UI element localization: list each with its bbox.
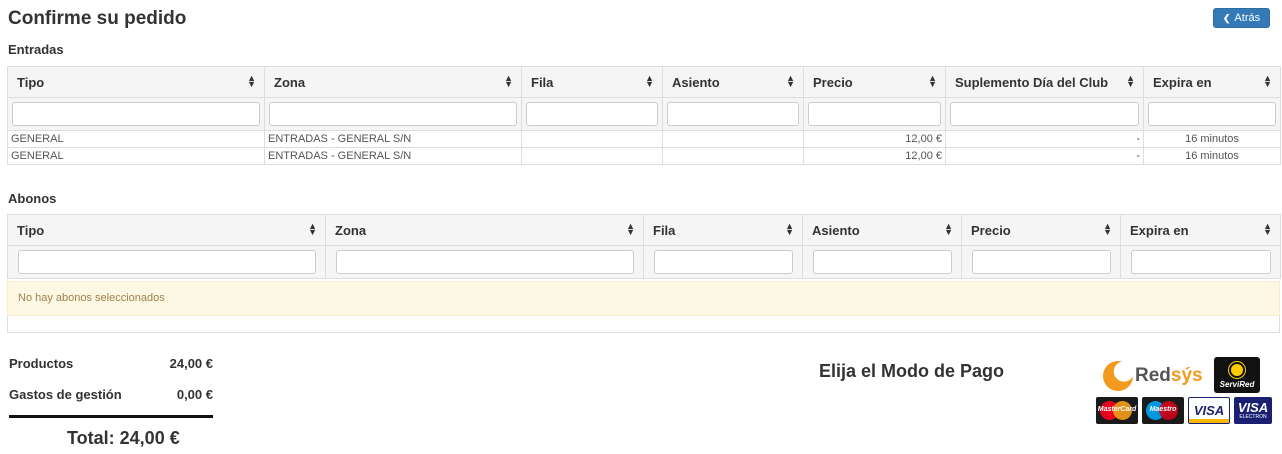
entradas-filter-row (7, 97, 1281, 131)
abonos-filter-expira-input[interactable] (1131, 250, 1271, 274)
visa-electron-logo: VISA ELECTRON (1234, 397, 1272, 424)
cell-expira: 16 minutos (1143, 147, 1281, 165)
cell-suplemento: - (945, 147, 1144, 165)
abonos-col-precio[interactable]: Precio ▲ ▼ (961, 214, 1121, 246)
entradas-table: Tipo ▲ ▼ Zona ▲ ▼ Fila ▲ ▼ Asiento ▲ ▼ Precio ▲ ▼ … (7, 66, 1281, 165)
card-logos: MasterCard Maestro VISA VISA ELECTRON (1096, 397, 1272, 424)
summary-row-gastos: Gastos de gestión 0,00 € (9, 387, 213, 418)
redsys-swirl-icon (1103, 361, 1133, 391)
order-summary: Productos 24,00 € Gastos de gestión 0,00… (9, 356, 213, 418)
sort-icon[interactable]: ▲ ▼ (1103, 222, 1112, 237)
cell-fila (521, 130, 663, 148)
cell-asiento (662, 147, 804, 165)
productos-label: Productos (9, 356, 74, 371)
filter-asiento-input[interactable] (667, 102, 799, 126)
entradas-col-asiento[interactable]: Asiento ▲ ▼ (662, 66, 804, 98)
page-title: Confirme su pedido (8, 8, 187, 29)
visa-logo: VISA (1188, 397, 1230, 424)
entradas-header-row: Tipo ▲ ▼ Zona ▲ ▼ Fila ▲ ▼ Asiento ▲ ▼ Precio ▲ ▼ … (7, 66, 1281, 98)
entradas-col-zona[interactable]: Zona ▲ ▼ (264, 66, 522, 98)
cell-tipo: GENERAL (7, 147, 265, 165)
chevron-left-icon: ❮ (1222, 12, 1231, 23)
sort-icon[interactable]: ▲ ▼ (504, 74, 513, 89)
mastercard-logo: MasterCard (1096, 397, 1138, 424)
entradas-col-expira[interactable]: Expira en ▲ ▼ (1143, 66, 1281, 98)
abonos-filter-tipo-input[interactable] (18, 250, 316, 274)
back-button-label: Atrás (1234, 12, 1261, 24)
payment-mode-title: Elija el Modo de Pago (819, 361, 1005, 381)
summary-row-productos: Productos 24,00 € (9, 356, 213, 387)
cell-precio: 12,00 € (803, 147, 946, 165)
sort-icon[interactable]: ▲ ▼ (1126, 74, 1135, 89)
abonos-filter-zona-input[interactable] (336, 250, 634, 274)
sort-icon[interactable]: ▲ ▼ (247, 74, 256, 89)
gastos-value: 0,00 € (176, 387, 213, 402)
sort-icon[interactable]: ▲ ▼ (1263, 74, 1272, 89)
cell-asiento (662, 130, 804, 148)
abonos-filter-row (7, 245, 1281, 279)
entradas-col-tipo[interactable]: Tipo ▲ ▼ (7, 66, 265, 98)
cell-fila (521, 147, 663, 165)
redsys-logo[interactable]: Redsýs (1103, 361, 1203, 391)
cell-precio: 12,00 € (803, 130, 946, 148)
abonos-filter-asiento-input[interactable] (813, 250, 952, 274)
sort-icon[interactable]: ▲ ▼ (645, 74, 654, 89)
abonos-table: Tipo ▲ ▼ Zona ▲ ▼ Fila ▲ ▼ Asiento ▲ ▼ Precio ▲ ▼ … (7, 214, 1281, 279)
filter-fila-input[interactable] (526, 102, 658, 126)
sort-icon[interactable]: ▲ ▼ (308, 222, 317, 237)
sort-icon[interactable]: ▲ ▼ (785, 222, 794, 237)
abonos-col-fila[interactable]: Fila ▲ ▼ (643, 214, 803, 246)
filter-tipo-input[interactable] (12, 102, 260, 126)
filter-suplemento-input[interactable] (950, 102, 1139, 126)
entradas-col-fila[interactable]: Fila ▲ ▼ (521, 66, 663, 98)
summary-divider (9, 415, 213, 418)
redsys-accent: sýs (1170, 365, 1203, 386)
table-row: GENERAL ENTRADAS - GENERAL S/N 12,00 € -… (7, 130, 1281, 148)
back-button[interactable]: ❮ Atrás (1213, 8, 1270, 28)
servired-logo: ServiRed (1214, 357, 1260, 393)
abonos-filter-fila-input[interactable] (654, 250, 793, 274)
globe-icon (1229, 361, 1245, 378)
order-total: Total: 24,00 € (67, 428, 180, 448)
filter-expira-input[interactable] (1148, 102, 1276, 126)
abonos-col-asiento[interactable]: Asiento ▲ ▼ (802, 214, 962, 246)
cell-zona: ENTRADAS - GENERAL S/N (264, 130, 522, 148)
entradas-col-suplemento[interactable]: Suplemento Día del Club ▲ ▼ (945, 66, 1144, 98)
sort-icon[interactable]: ▲ ▼ (786, 74, 795, 89)
entradas-section-title: Entradas (8, 42, 64, 57)
maestro-logo: Maestro (1142, 397, 1184, 424)
gastos-label: Gastos de gestión (9, 387, 122, 402)
abonos-section-title: Abonos (8, 191, 57, 206)
redsys-word: Red (1135, 365, 1171, 386)
abonos-empty-message: No hay abonos seleccionados (7, 281, 1280, 316)
filter-precio-input[interactable] (808, 102, 941, 126)
sort-icon[interactable]: ▲ ▼ (928, 74, 937, 89)
abonos-col-expira[interactable]: Expira en ▲ ▼ (1120, 214, 1281, 246)
abonos-col-tipo[interactable]: Tipo ▲ ▼ (7, 214, 326, 246)
cell-suplemento: - (945, 130, 1144, 148)
abonos-filter-precio-input[interactable] (972, 250, 1111, 274)
table-row: GENERAL ENTRADAS - GENERAL S/N 12,00 € -… (7, 147, 1281, 165)
entradas-col-precio[interactable]: Precio ▲ ▼ (803, 66, 946, 98)
cell-tipo: GENERAL (7, 130, 265, 148)
abonos-table-footer (7, 316, 1280, 333)
abonos-col-zona[interactable]: Zona ▲ ▼ (325, 214, 644, 246)
sort-icon[interactable]: ▲ ▼ (626, 222, 635, 237)
sort-icon[interactable]: ▲ ▼ (944, 222, 953, 237)
abonos-header-row: Tipo ▲ ▼ Zona ▲ ▼ Fila ▲ ▼ Asiento ▲ ▼ Precio ▲ ▼ … (7, 214, 1281, 246)
productos-value: 24,00 € (169, 356, 213, 371)
cell-zona: ENTRADAS - GENERAL S/N (264, 147, 522, 165)
cell-expira: 16 minutos (1143, 130, 1281, 148)
filter-zona-input[interactable] (269, 102, 517, 126)
servired-label: ServiRed (1219, 379, 1255, 389)
sort-icon[interactable]: ▲ ▼ (1263, 222, 1272, 237)
